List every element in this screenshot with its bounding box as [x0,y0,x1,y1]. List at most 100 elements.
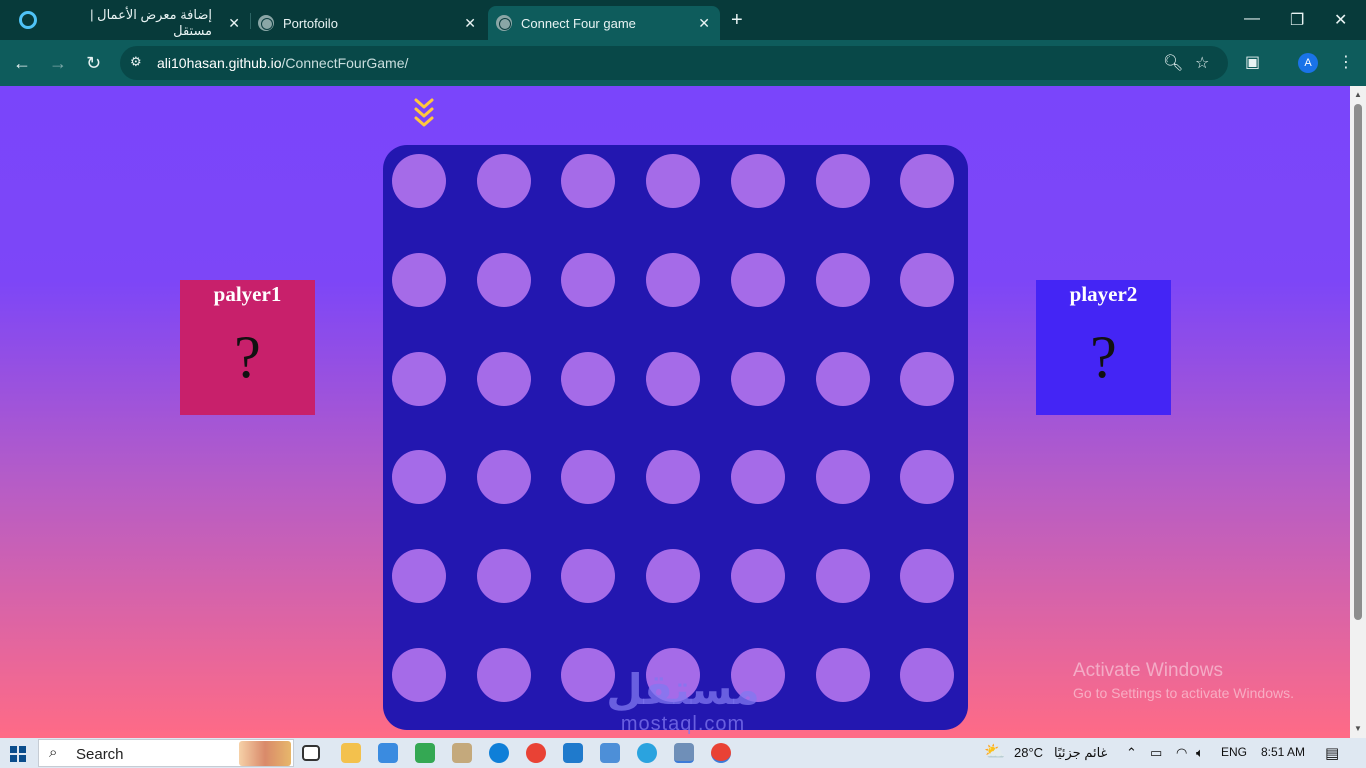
forward-arrow-icon[interactable]: → [49,52,67,74]
tab-close-icon[interactable]: ✕ [228,14,240,32]
close-window-button[interactable]: ✕ [1334,10,1347,30]
browser-app-icon[interactable] [19,11,37,29]
board-slot[interactable] [731,253,785,307]
telegram-icon[interactable] [637,743,657,763]
zoom-icon[interactable]: 🔍︎ [1163,53,1183,73]
board-slot[interactable] [646,154,700,208]
board-slot[interactable] [816,648,870,702]
tab-portofoilo[interactable]: Portofoilo ✕ [250,6,486,40]
browser-tab-strip: إضافة معرض الأعمال | مستقل ✕ Portofoilo … [0,0,1366,40]
board-slot[interactable] [646,549,700,603]
board-slot[interactable] [816,549,870,603]
board-slot[interactable] [900,154,954,208]
tab-search-icon[interactable]: ▣ [1245,52,1260,72]
board-slot[interactable] [816,450,870,504]
game-board[interactable] [383,145,968,730]
board-slot[interactable] [731,450,785,504]
meet-now-icon[interactable]: ▭ [1150,745,1162,761]
microsoft-store-icon[interactable] [378,743,398,763]
vscode-icon[interactable] [563,743,583,763]
restore-button[interactable]: ❐ [1290,10,1304,30]
menu-kebab-icon[interactable]: ⋮ [1338,52,1354,72]
task-view-icon[interactable] [302,745,320,761]
board-slot[interactable] [900,352,954,406]
minimize-button[interactable]: — [1244,10,1260,28]
site-info-icon[interactable]: ⚙ [130,54,148,72]
notepad-icon[interactable] [674,743,694,763]
board-slot[interactable] [477,154,531,208]
board-slot[interactable] [392,549,446,603]
board-slot[interactable] [731,154,785,208]
tab-close-icon[interactable]: ✕ [464,14,476,32]
weather-icon[interactable]: ⛅ [984,742,1005,762]
language-indicator[interactable]: ENG [1221,745,1247,759]
clock-time[interactable]: 8:51 AM [1261,745,1305,759]
board-slot[interactable] [900,253,954,307]
bookmark-star-icon[interactable]: ☆ [1195,53,1209,73]
board-slot[interactable] [900,549,954,603]
board-slot[interactable] [392,253,446,307]
board-slot[interactable] [477,549,531,603]
chrome-icon[interactable] [526,743,546,763]
tab-title: إضافة معرض الأعمال | مستقل [90,7,212,38]
board-slot[interactable] [561,154,615,208]
back-arrow-icon[interactable]: ← [13,52,31,74]
board-slot[interactable] [561,352,615,406]
board-slot[interactable] [731,549,785,603]
board-slot[interactable] [561,253,615,307]
board-slot[interactable] [816,352,870,406]
scroll-down-icon[interactable]: ▼ [1354,724,1362,733]
address-bar[interactable]: ⚙ ali10hasan.github.io/ConnectFourGame/ … [120,46,1228,80]
board-slot[interactable] [392,154,446,208]
edge-icon[interactable] [489,743,509,763]
url-host: ali10hasan.github.io [157,55,282,71]
board-slot[interactable] [392,450,446,504]
board-slot[interactable] [392,352,446,406]
windows-start-icon[interactable] [10,746,26,762]
paint-icon[interactable] [452,743,472,763]
board-slot[interactable] [561,450,615,504]
board-slot[interactable] [731,352,785,406]
search-icon: ⌕ [49,744,58,761]
weather-temp[interactable]: 28°C [1014,745,1043,760]
url-text[interactable]: ali10hasan.github.io/ConnectFourGame/ [157,55,408,71]
scrollbar-thumb[interactable] [1354,104,1362,620]
board-slot[interactable] [646,450,700,504]
board-slot[interactable] [477,253,531,307]
board-slot[interactable] [900,648,954,702]
notifications-icon[interactable]: ▤ [1325,744,1339,762]
board-slot[interactable] [477,450,531,504]
reload-icon[interactable]: ↻ [86,52,101,74]
board-slot[interactable] [477,648,531,702]
file-explorer-icon[interactable] [341,743,361,763]
tab-connect-four[interactable]: Connect Four game ✕ [488,6,720,40]
taskbar-search-box[interactable]: ⌕ Search [38,739,294,767]
page-scrollbar[interactable]: ▲ ▼ [1350,86,1366,738]
google-drive-icon[interactable] [415,743,435,763]
scroll-up-icon[interactable]: ▲ [1354,90,1362,99]
player2-panel: player2 ? [1036,280,1171,415]
board-slot[interactable] [392,648,446,702]
board-slot[interactable] [646,253,700,307]
volume-icon[interactable]: 🔈︎ [1196,745,1204,761]
chevron-up-icon[interactable]: ⌃ [1126,745,1137,761]
chevrons-down-icon[interactable] [412,96,436,130]
board-slot[interactable] [561,549,615,603]
globe-icon [496,15,512,31]
tab-close-icon[interactable]: ✕ [698,14,710,32]
board-slot[interactable] [816,154,870,208]
wifi-icon[interactable]: ◠ [1176,745,1187,761]
new-tab-button[interactable]: + [731,8,743,32]
activate-windows-subtitle: Go to Settings to activate Windows. [1073,685,1294,701]
globe-icon [258,15,274,31]
board-slot[interactable] [646,352,700,406]
profile-avatar[interactable]: A [1298,53,1318,73]
board-slot[interactable] [900,450,954,504]
url-path: /ConnectFourGame/ [281,55,409,71]
board-slot[interactable] [816,253,870,307]
weather-text[interactable]: غائم جزئيًا [1054,745,1107,761]
board-slot[interactable] [477,352,531,406]
tab-mostaql[interactable]: إضافة معرض الأعمال | مستقل ✕ [50,6,250,40]
photos-icon[interactable] [600,743,620,763]
chrome-active-icon[interactable] [711,743,731,763]
